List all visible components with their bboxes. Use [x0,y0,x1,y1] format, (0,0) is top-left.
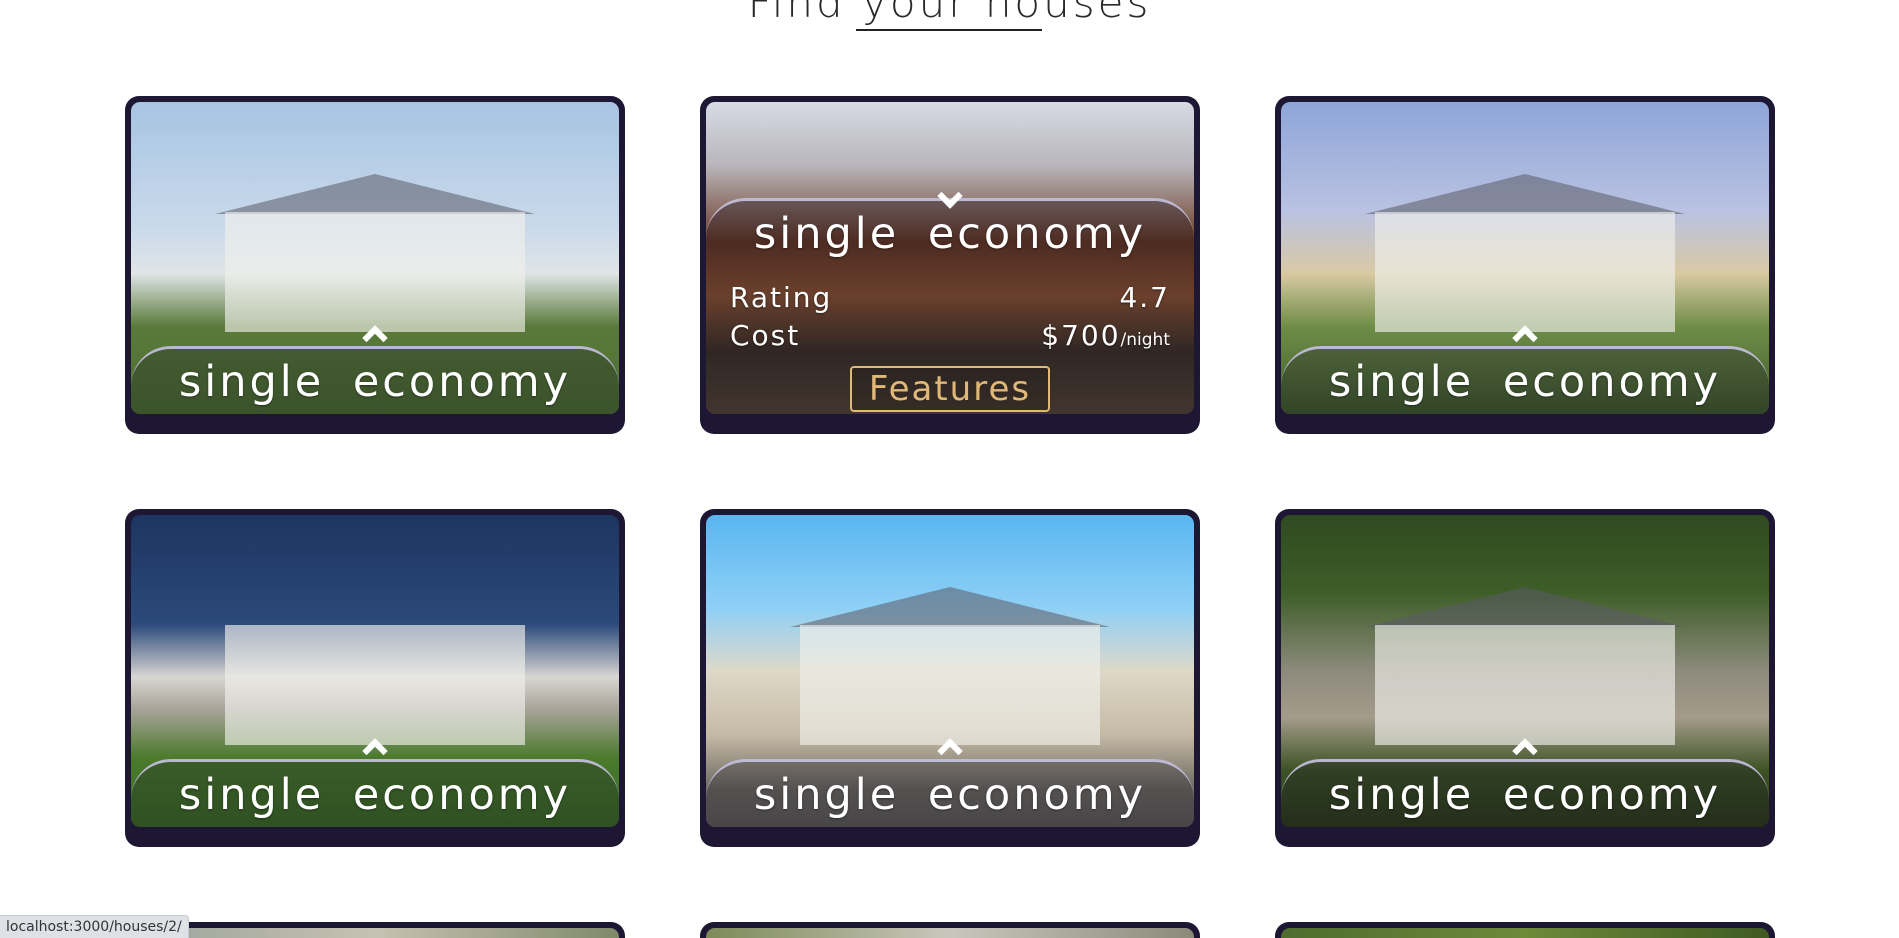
house-card-3[interactable]: single economy [1275,96,1775,434]
house-card-9[interactable] [1275,922,1775,938]
card-details-panel: single economy Rating 4.7 Cost $700/nigh… [706,183,1194,414]
card-title: single economy [178,357,572,407]
card-banner[interactable]: single economy [131,738,619,827]
house-roof-shape [790,587,1110,627]
card-banner[interactable]: single economy [1281,325,1769,414]
house-shape [800,625,1100,745]
card-banner[interactable]: single economy [706,738,1194,827]
house-card-8[interactable] [700,922,1200,938]
house-card-5[interactable]: single economy [700,509,1200,847]
card-title: single economy [753,770,1147,820]
house-image: single economy [706,515,1194,827]
house-roof-shape [215,174,535,214]
house-card-2[interactable]: single economy Rating 4.7 Cost $700/nigh… [700,96,1200,434]
house-card-4[interactable]: single economy [125,509,625,847]
card-title: single economy [753,209,1147,259]
card-title: single economy [178,770,572,820]
cost-value: $700 [1041,319,1121,352]
house-image: single economy [131,515,619,827]
page: Find your houses single economy single e… [0,0,1899,938]
house-shape [225,212,525,332]
house-card-1[interactable]: single economy [125,96,625,434]
house-roof-shape [1365,587,1685,627]
card-title: single economy [1328,770,1722,820]
house-image: single economy [1281,102,1769,414]
rating-label: Rating [730,281,833,314]
card-banner[interactable]: single economy [131,325,619,414]
chevron-down-icon[interactable] [937,183,963,209]
house-image [706,928,1194,938]
rating-row: Rating 4.7 [730,281,1170,315]
heading-underline [856,29,1042,31]
cost-row: Cost $700/night [730,319,1170,353]
house-image: single economy [1281,515,1769,827]
status-bar-url: localhost:3000/houses/2/ [0,915,189,938]
page-heading: Find your houses [747,0,1152,27]
house-card-7[interactable] [125,922,625,938]
features-button[interactable]: Features [850,366,1050,412]
cost-unit: /night [1120,330,1170,350]
house-image [131,928,619,938]
house-card-6[interactable]: single economy [1275,509,1775,847]
card-title: single economy [1328,357,1722,407]
cost-value-group: $700/night [1041,319,1170,352]
house-image [1281,928,1769,938]
house-shape [1375,212,1675,332]
house-roof-shape [1365,174,1685,214]
house-shape [225,625,525,745]
cost-label: Cost [730,319,801,352]
house-image: single economy Rating 4.7 Cost $700/nigh… [706,102,1194,414]
card-banner[interactable]: single economy [1281,738,1769,827]
rating-value: 4.7 [1119,281,1170,314]
house-shape [1375,625,1675,745]
house-image: single economy [131,102,619,414]
